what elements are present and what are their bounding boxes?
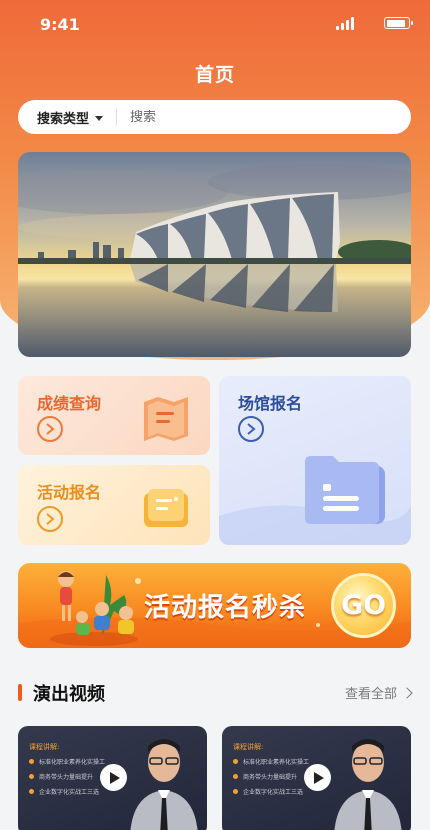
video-line: 企业数字化实战工三选 xyxy=(243,789,304,796)
video-card[interactable]: 课程讲解: 标准化职业素养化实操工 商务带头力量础提升 企业数字化实战工三选 xyxy=(222,726,411,830)
score-query-card[interactable]: 成绩查询 xyxy=(18,376,210,455)
presenter-photo xyxy=(334,739,402,830)
venue-signup-card[interactable]: 场馆报名 xyxy=(219,376,411,545)
section-title: 演出视频 xyxy=(33,684,105,705)
activity-signup-card[interactable]: 活动报名 xyxy=(18,465,210,545)
page-title: 首页 xyxy=(194,64,235,86)
video-line: 商务带头力量础提升 xyxy=(39,774,94,781)
activity-card-icon xyxy=(144,489,188,527)
score-map-icon xyxy=(144,397,188,441)
activity-signup-title: 活动报名 xyxy=(37,483,102,502)
status-bar: 9:41 xyxy=(0,0,430,48)
arrow-right-circle-icon[interactable] xyxy=(37,506,63,532)
hero-banner[interactable] xyxy=(18,152,411,357)
status-time: 9:41 xyxy=(40,15,80,34)
arrow-right-circle-icon[interactable] xyxy=(238,416,264,442)
videos-section-header: 演出视频 查看全部 xyxy=(18,680,413,706)
play-button-icon[interactable] xyxy=(304,764,331,791)
view-all-link[interactable]: 查看全部 xyxy=(344,683,413,702)
venue-folder-icon xyxy=(305,456,385,524)
arrow-right-circle-icon[interactable] xyxy=(37,416,63,442)
video-line: 标准化职业素养化实操工 xyxy=(243,759,310,766)
video-card[interactable]: 课程讲解: 标准化职业素养化实操工 商务带头力量础提升 企业数字化实战工三选 xyxy=(18,726,207,830)
kids-illustration xyxy=(50,571,138,646)
video-line: 企业数字化实战工三选 xyxy=(39,789,100,796)
signal-icon xyxy=(336,17,356,30)
venue-signup-title: 场馆报名 xyxy=(238,394,303,413)
search-input[interactable] xyxy=(130,109,371,125)
caret-down-icon xyxy=(95,115,104,121)
promo-text: 活动报名秒杀 xyxy=(144,593,307,623)
chevron-right-icon xyxy=(401,686,413,699)
score-query-title: 成绩查询 xyxy=(37,394,102,413)
video-line: 标准化职业素养化实操工 xyxy=(39,759,106,766)
view-all-label: 查看全部 xyxy=(344,687,397,702)
video-line: 商务带头力量础提升 xyxy=(243,774,298,781)
video-heading: 课程讲解: xyxy=(233,743,264,751)
section-accent-bar xyxy=(18,684,22,701)
promo-banner[interactable]: 活动报名秒杀 GO xyxy=(18,563,411,648)
play-button-icon[interactable] xyxy=(100,764,127,791)
search-divider xyxy=(116,109,118,125)
video-heading: 课程讲解: xyxy=(29,743,60,751)
search-type-label: 搜索类型 xyxy=(37,111,90,127)
stadium-photo xyxy=(18,152,411,357)
presenter-photo xyxy=(130,739,198,830)
search-bar: 搜索类型 xyxy=(18,100,411,134)
go-button[interactable]: GO xyxy=(331,573,396,638)
search-type-select[interactable]: 搜索类型 xyxy=(18,108,104,127)
battery-icon xyxy=(384,17,413,29)
